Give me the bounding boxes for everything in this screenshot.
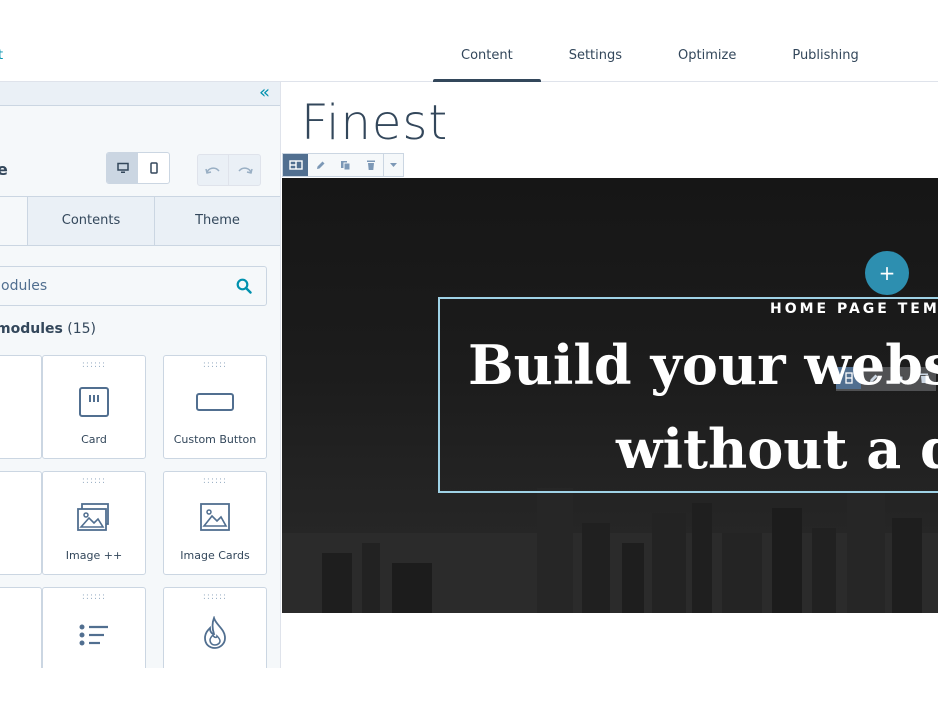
desktop-view-button[interactable]: [107, 153, 138, 183]
editor-tabs: Content Settings Optimize Publishing Opt…: [433, 30, 938, 115]
panel-tab-contents[interactable]: Contents: [27, 197, 154, 245]
module-label: Card: [81, 433, 107, 446]
module-card[interactable]: ::::::: [0, 587, 42, 668]
card-icon: [79, 387, 109, 417]
module-card-list[interactable]: ::::::: [42, 587, 146, 668]
tab-settings[interactable]: Settings: [541, 30, 650, 82]
drag-handle-icon: ::::::: [81, 592, 107, 602]
delete-button[interactable]: [358, 154, 383, 176]
desktop-icon: [116, 162, 129, 173]
panel-tabs: Contents Theme: [0, 196, 280, 246]
pencil-icon: [317, 161, 325, 169]
module-label: Image ++: [65, 549, 123, 562]
drag-handle-icon: ::::::: [81, 476, 107, 486]
image-icon: [200, 503, 230, 531]
double-chevron-left-icon[interactable]: «: [259, 83, 270, 103]
modules-section-heading: modules (15): [0, 321, 96, 337]
drag-handle-icon: ::::::: [81, 360, 107, 370]
more-options-button[interactable]: [383, 154, 403, 176]
tab-label: Settings: [568, 48, 623, 63]
module-card[interactable]: ::::::: [0, 471, 42, 575]
hero-eyebrow: HOME PAGE TEM: [770, 301, 938, 317]
mobile-view-button[interactable]: [138, 153, 169, 183]
page-heading[interactable]: Finest: [301, 95, 448, 151]
module-card-image-cards[interactable]: :::::: Image Cards: [163, 471, 267, 575]
collapse-bar: «: [0, 82, 280, 106]
image-stack-icon: [77, 503, 109, 531]
sidebar-title: e: [0, 160, 8, 179]
caret-down-icon: [390, 163, 397, 167]
section-edit-toolbar: [282, 153, 404, 177]
drag-handle-icon: ::::::: [202, 476, 228, 486]
undo-icon: [205, 167, 220, 174]
page-canvas: Finest + HOME PAGE TEM Build your web wi…: [282, 83, 938, 668]
section-title: modules: [0, 321, 63, 337]
tab-label: Optimize: [678, 48, 737, 63]
search-icon[interactable]: [236, 278, 252, 294]
duplicate-button[interactable]: [333, 154, 358, 176]
top-bar: t Content Settings Optimize Publishing O…: [0, 0, 938, 115]
flame-icon: [204, 616, 226, 649]
hero-headline-line-1: Build your websit: [468, 333, 938, 397]
tab-publishing-options[interactable]: Publishing Options: [764, 30, 938, 115]
panel-tab-add[interactable]: [0, 197, 27, 245]
module-card-image-plus[interactable]: :::::: Image ++: [42, 471, 146, 575]
search-input[interactable]: [1, 267, 221, 305]
tab-content[interactable]: Content: [433, 30, 541, 82]
edit-button[interactable]: [308, 154, 333, 176]
back-link[interactable]: t: [0, 48, 3, 63]
undo-button[interactable]: [198, 155, 230, 185]
add-module-button[interactable]: +: [865, 251, 909, 295]
drag-handle-icon: ::::::: [0, 476, 41, 486]
list-icon: [79, 624, 108, 646]
module-label: Custom Button: [173, 433, 257, 446]
editor-sidebar: « e Contents Theme modules (15) ::::::: [0, 82, 281, 668]
trash-icon: [366, 160, 375, 170]
device-view-toggle: [106, 152, 170, 184]
module-card[interactable]: ::::::: [0, 355, 42, 459]
hero-text-module[interactable]: HOME PAGE TEM Build your websit without …: [438, 297, 938, 493]
drag-handle-icon: ::::::: [0, 360, 41, 370]
panel-tab-theme[interactable]: Theme: [154, 197, 280, 245]
module-card-flame[interactable]: ::::::: [163, 587, 267, 668]
redo-button[interactable]: [229, 155, 260, 185]
layout-button[interactable]: [283, 154, 308, 176]
drag-handle-icon: ::::::: [202, 360, 228, 370]
module-label: Image Cards: [180, 549, 250, 562]
layout-icon: [288, 160, 303, 170]
tab-label: Content: [461, 48, 513, 63]
copy-icon: [341, 160, 351, 170]
section-count: (15): [67, 321, 97, 337]
redo-icon: [237, 167, 253, 174]
hero-headline-line-2: without a de: [616, 417, 938, 481]
button-icon: [196, 393, 234, 411]
module-card-custom-button[interactable]: :::::: Custom Button: [163, 355, 267, 459]
undo-redo-group: [197, 154, 261, 186]
drag-handle-icon: ::::::: [202, 592, 228, 602]
tab-optimize[interactable]: Optimize: [650, 30, 764, 82]
mobile-icon: [149, 162, 158, 174]
module-card-card[interactable]: :::::: Card: [42, 355, 146, 459]
module-search: [0, 266, 267, 306]
drag-handle-icon: ::::::: [0, 592, 41, 602]
